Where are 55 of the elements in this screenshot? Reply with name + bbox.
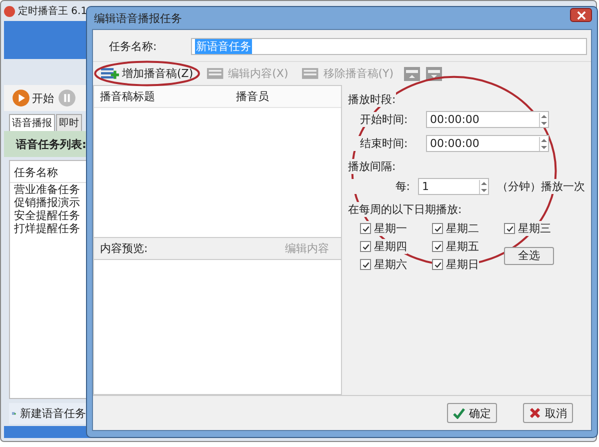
checkbox[interactable] [432,241,443,252]
day-checkbox[interactable]: 星期三 [504,221,551,236]
toolbar-button[interactable]: 增加播音稿(Z) [97,64,198,83]
day-checkbox[interactable]: 星期五 [432,239,479,254]
preview-label: 内容预览: [100,241,148,256]
list-title: 语音任务列表: [16,136,86,152]
app-icon [4,6,15,16]
spinner-icon[interactable] [539,112,548,126]
checkbox[interactable] [360,223,371,234]
close-icon [576,10,586,20]
select-all-button[interactable]: 全选 [504,246,554,264]
section-label: 播放间隔: [348,159,396,174]
spinner-icon[interactable] [479,180,488,194]
day-checkbox[interactable]: 星期日 [432,257,479,272]
interval-field[interactable]: 1 [418,178,489,195]
play-icon [12,89,30,107]
dialog-title: 编辑语音播报任务 [94,10,182,26]
tab[interactable]: 即时 [56,114,82,131]
day-checkbox[interactable]: 星期二 [432,221,479,236]
checkbox[interactable] [360,259,371,270]
add-list-icon [101,67,119,80]
check-icon [434,242,442,250]
check-icon [362,224,370,232]
end-time-field[interactable]: 00:00:00 [426,135,549,152]
cross-icon [529,407,541,419]
tab[interactable]: 语音播报 [9,114,55,131]
check-icon [434,224,442,232]
field-label: 任务名称: [109,39,158,54]
day-checkbox[interactable]: 星期六 [360,257,407,272]
column-header: 播音员 [236,89,269,104]
spinner-icon[interactable] [539,136,548,150]
pause-icon [58,89,76,107]
checkbox[interactable] [432,259,443,270]
new-task-button[interactable]: 新建语音任务 [9,403,89,424]
check-icon [453,407,465,419]
checkbox[interactable] [432,223,443,234]
section-label: 播放时段: [348,92,396,107]
check-icon [362,260,370,268]
list-icon [302,67,320,80]
close-button[interactable] [570,8,592,22]
start-time-field[interactable]: 00:00:00 [426,111,549,128]
section-label: 在每周的以下日期播放: [348,202,462,217]
check-icon [434,260,442,268]
list-icon [207,67,226,80]
checkbox[interactable] [360,241,371,252]
check-icon [506,224,514,232]
start-button[interactable]: 开始 [12,89,54,107]
ok-button[interactable]: 确定 [447,403,497,423]
day-checkbox[interactable]: 星期四 [360,239,407,254]
cancel-button[interactable]: 取消 [523,403,573,423]
day-checkbox[interactable]: 星期一 [360,221,407,236]
window-title: 定时播音王 6.1 [18,4,88,18]
check-icon [362,242,370,250]
checkbox[interactable] [504,223,515,234]
column-header: 播音稿标题 [100,89,156,104]
